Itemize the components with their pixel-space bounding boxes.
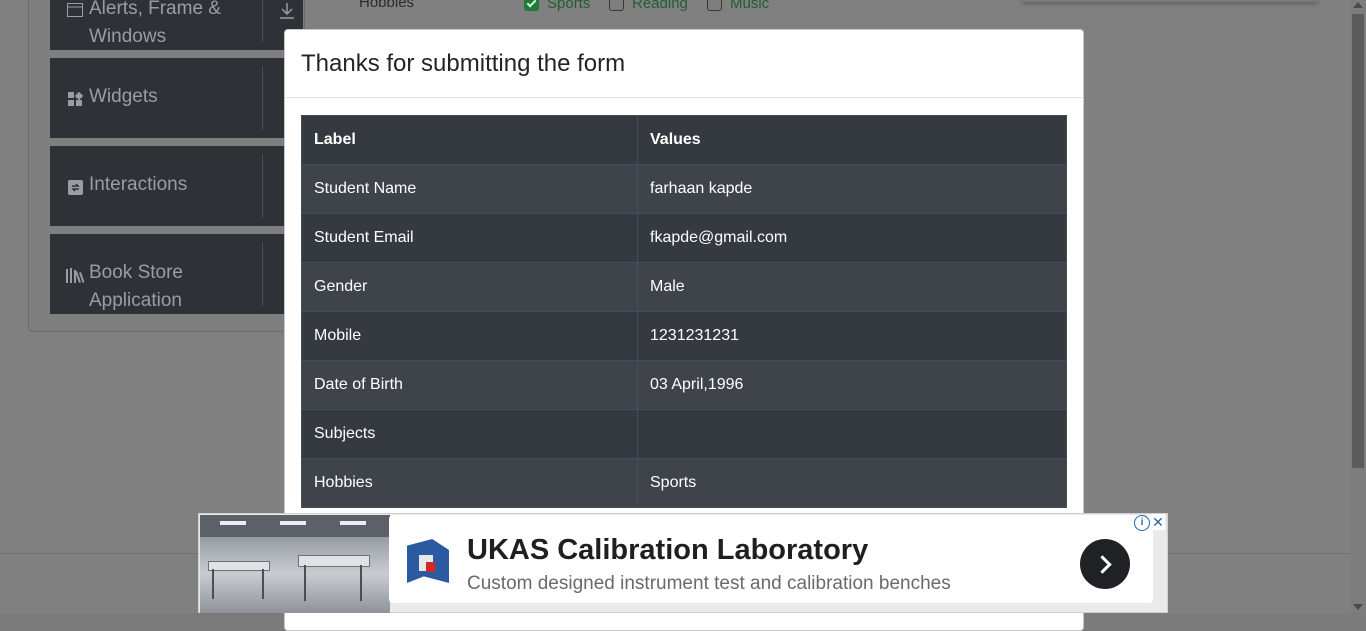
modal-header: Thanks for submitting the form [285, 30, 1083, 98]
ad-image-leg [212, 569, 214, 599]
row-label: Hobbies [301, 458, 638, 508]
row-value: 1231231231 [637, 311, 1067, 361]
hobbies-label: Hobbies [359, 0, 415, 11]
table-header-row: Label Values [301, 115, 1067, 165]
sidebar-group-label-line2: Application [89, 290, 182, 311]
row-value: fkapde@gmail.com [637, 213, 1067, 263]
checkbox-label: Music [730, 0, 770, 12]
checkbox-label: Sports [547, 0, 591, 12]
window-icon [66, 2, 84, 18]
ad-close-icon[interactable]: ✕ [1151, 514, 1165, 530]
chevron-right-icon [1093, 554, 1112, 574]
row-label: Gender [301, 262, 638, 312]
row-label: Subjects [301, 409, 638, 459]
sidebar-group-label-line2: Windows [89, 26, 167, 47]
sidebar-group-label: Widgets [89, 86, 158, 107]
scroll-down-arrow-icon[interactable] [1353, 604, 1363, 610]
row-label: Student Name [301, 164, 638, 214]
column-header-values: Values [637, 115, 1067, 165]
table-row: Mobile 1231231231 [301, 311, 1067, 361]
scroll-up-arrow-icon[interactable] [1353, 2, 1363, 8]
ad-image-light [220, 521, 246, 525]
row-value: farhaan kapde [637, 164, 1067, 214]
book-icon [66, 267, 84, 283]
dropdown-shadow [1022, 0, 1318, 2]
hobby-checkbox-music[interactable]: Music [707, 0, 769, 12]
download-icon[interactable] [279, 2, 295, 20]
hobby-checkbox-sports[interactable]: Sports [524, 0, 590, 12]
divider [262, 0, 263, 42]
row-value: 03 April,1996 [637, 360, 1067, 410]
row-label: Date of Birth [301, 360, 638, 410]
sidebar-group-widgets[interactable]: Widgets [50, 58, 303, 138]
table-row: Gender Male [301, 262, 1067, 312]
sidebar-group-label: Alerts, Frame & [89, 0, 221, 19]
divider [262, 242, 263, 306]
ad-image[interactable] [200, 515, 390, 613]
sidebar-group-label: Book Store [89, 262, 183, 283]
table-row: Date of Birth 03 April,1996 [301, 360, 1067, 410]
ad-image-leg [262, 569, 264, 599]
hobby-checkbox-reading[interactable]: Reading [609, 0, 688, 12]
sidebar-group-alerts[interactable]: Alerts, Frame & Windows [50, 0, 303, 50]
page-scrollbar[interactable] [1350, 0, 1366, 613]
ad-image-leg [360, 565, 362, 601]
divider [262, 66, 263, 130]
ad-card[interactable]: UKAS Calibration Laboratory Custom desig… [389, 515, 1153, 603]
ad-image-bench [208, 561, 270, 571]
results-table-container: Label Values Student Name farhaan kapde … [301, 115, 1067, 508]
divider [262, 154, 263, 218]
ad-image-ceiling [200, 515, 390, 537]
table-row: Student Name farhaan kapde [301, 164, 1067, 214]
sidebar-group-interactions[interactable]: Interactions [50, 146, 303, 226]
modal-title: Thanks for submitting the form [301, 50, 626, 77]
scrollbar-thumb[interactable] [1352, 14, 1364, 468]
interactions-icon [66, 179, 84, 195]
widgets-icon [66, 91, 84, 107]
row-label: Mobile [301, 311, 638, 361]
ad-image-light [340, 521, 366, 525]
row-value: Male [637, 262, 1067, 312]
ad-subtitle[interactable]: Custom designed instrument test and cali… [467, 573, 951, 595]
row-value: Sports [637, 458, 1067, 508]
sidebar-group-bookstore[interactable]: Book Store Application [50, 234, 303, 314]
ukas-logo-accent [426, 562, 435, 572]
ad-title[interactable]: UKAS Calibration Laboratory [467, 534, 868, 567]
checkbox-checked[interactable] [524, 0, 539, 11]
ad-banner[interactable]: UKAS Calibration Laboratory Custom desig… [198, 513, 1168, 613]
table-row: Student Email fkapde@gmail.com [301, 213, 1067, 263]
column-header-label: Label [301, 115, 638, 165]
checkbox[interactable] [609, 0, 624, 11]
row-value [637, 409, 1067, 459]
ad-info-icon[interactable]: i [1134, 515, 1150, 531]
checkbox-label: Reading [632, 0, 688, 12]
ad-open-button[interactable] [1080, 539, 1130, 589]
results-table: Label Values Student Name farhaan kapde … [301, 115, 1067, 508]
row-label: Student Email [301, 213, 638, 263]
checkbox[interactable] [707, 0, 722, 11]
sidebar-group-label: Interactions [89, 174, 188, 195]
table-row: Subjects [301, 409, 1067, 459]
ad-image-leg [304, 565, 306, 601]
ad-image-light [280, 521, 306, 525]
table-row: Hobbies Sports [301, 458, 1067, 508]
